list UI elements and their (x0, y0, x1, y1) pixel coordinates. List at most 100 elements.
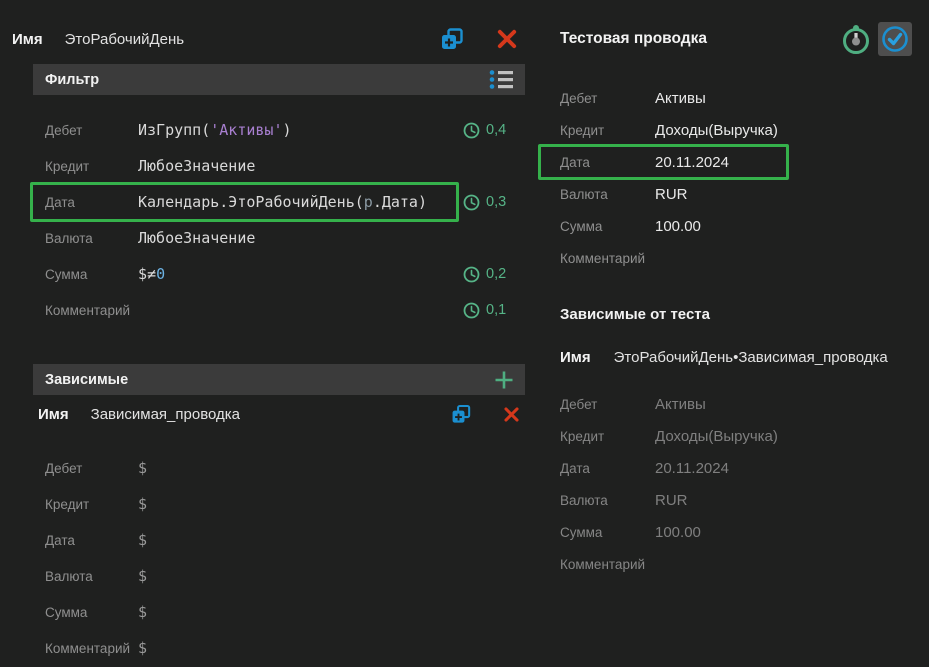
field-label: Дата (33, 195, 138, 210)
duration-badge: 0,4 (463, 122, 525, 139)
apply-check-button[interactable] (878, 22, 912, 56)
clock-icon (463, 194, 480, 211)
code-token: ЛюбоеЗначение (138, 157, 255, 175)
clock-icon (463, 302, 480, 319)
dependent-name-value[interactable]: Зависимая_проводка (91, 406, 240, 423)
field-label: Валюта (560, 493, 655, 508)
field-value[interactable]: RUR (655, 186, 912, 203)
field-label: Комментарий (560, 251, 655, 266)
code-token: Календарь.ЭтоРабочийДень( (138, 193, 364, 211)
field-row: Комментарий (560, 548, 912, 580)
duplicate-icon (439, 26, 466, 53)
field-row: Комментарий 0,1 (33, 292, 525, 328)
field-label: Сумма (560, 219, 655, 234)
duplicate-dependent-button[interactable] (450, 403, 473, 426)
field-label: Кредит (560, 429, 655, 444)
field-row: ВалютаЛюбоеЗначение (33, 220, 525, 256)
field-label: Комментарий (560, 557, 655, 572)
name-label: Имя (12, 31, 43, 48)
field-row: Сумма$≠0 0,2 (33, 256, 525, 292)
field-label: Комментарий (33, 303, 138, 318)
field-value[interactable]: 100.00 (655, 218, 912, 235)
field-value[interactable]: ЛюбоеЗначение (138, 229, 525, 247)
code-token: ИзГрупп( (138, 121, 210, 139)
filter-title: Фильтр (45, 72, 99, 88)
test-name-value[interactable]: ЭтоРабочийДень (65, 31, 184, 48)
test-transaction-rows: ДебетАктивы КредитДоходы(Выручка) Дата20.1… (560, 82, 912, 274)
code-token: ≠ (147, 265, 156, 283)
name-label: Имя (560, 349, 591, 366)
field-value[interactable]: Активы (655, 90, 912, 107)
field-label: Кредит (560, 123, 655, 138)
dependent-name-row: Имя Зависимая_проводка (38, 398, 520, 430)
field-value[interactable]: $ (138, 603, 525, 621)
test-transaction-header: Тестовая проводка (560, 20, 912, 58)
field-value[interactable]: ИзГрупп('Активы') (138, 121, 463, 139)
field-label: Кредит (33, 497, 138, 512)
field-row: Комментарий (560, 242, 912, 274)
code-token: p (364, 193, 373, 211)
add-dependent-button[interactable] (493, 369, 515, 391)
field-value[interactable]: $ (138, 639, 525, 657)
field-value[interactable]: ЛюбоеЗначение (138, 157, 525, 175)
field-row: ВалютаRUR (560, 484, 912, 516)
field-value[interactable]: Доходы(Выручка) (655, 428, 912, 445)
plus-icon (493, 369, 515, 391)
code-token: $ (138, 265, 147, 283)
field-value[interactable]: $ (138, 531, 525, 549)
duration-value: 0,4 (486, 122, 506, 138)
name-label: Имя (38, 406, 69, 423)
test-name-row: Имя ЭтоРабочийДень (12, 24, 518, 54)
duration-value: 0,2 (486, 266, 506, 282)
field-value[interactable]: $ (138, 459, 525, 477)
dependents-title: Зависимые (45, 372, 128, 388)
field-label: Дебет (33, 461, 138, 476)
field-row: ДатаКалендарь.ЭтоРабочийДень(p.Дата)0,3 (33, 184, 525, 220)
duplicate-icon (450, 403, 473, 426)
field-label: Валюта (560, 187, 655, 202)
field-row: Валюта$ (33, 558, 525, 594)
field-row: Дата$ (33, 522, 525, 558)
field-label: Дебет (33, 123, 138, 138)
field-value[interactable]: RUR (655, 492, 912, 509)
field-row: ДебетАктивы (560, 82, 912, 114)
field-row: КредитДоходы(Выручка) (560, 420, 912, 452)
code-token: ЛюбоеЗначение (138, 229, 255, 247)
dependents-of-test-title: Зависимые от теста (560, 306, 710, 323)
clock-icon (463, 266, 480, 283)
delete-button[interactable] (496, 28, 518, 50)
field-label: Валюта (33, 569, 138, 584)
dependent-result-rows: ДебетАктивыКредитДоходы(Выручка)Дата20.1… (560, 388, 912, 580)
field-row: КредитЛюбоеЗначение (33, 148, 525, 184)
field-label: Сумма (560, 525, 655, 540)
code-token: .Дата) (373, 193, 427, 211)
field-value[interactable]: $≠0 (138, 265, 463, 283)
duplicate-button[interactable] (439, 26, 466, 53)
field-label: Сумма (33, 267, 138, 282)
field-label: Кредит (33, 159, 138, 174)
duration-badge: 0,3 (463, 194, 525, 211)
duration-badge: 0,2 (463, 266, 525, 283)
duration-value: 0,1 (486, 302, 506, 318)
field-value[interactable]: Активы (655, 396, 912, 413)
field-value[interactable]: 100.00 (655, 524, 912, 541)
field-value[interactable]: $ (138, 495, 525, 513)
delete-dependent-button[interactable] (503, 406, 520, 423)
list-icon (488, 68, 515, 91)
field-row: Сумма100.00 (560, 516, 912, 548)
filter-rows: ДебетИзГрупп('Активы')0,4КредитЛюбоеЗнач… (33, 112, 525, 328)
field-value[interactable]: 20.11.2024 (655, 154, 912, 171)
dependents-section-header: Зависимые (33, 364, 525, 395)
field-value[interactable]: $ (138, 567, 525, 585)
field-label: Дата (560, 155, 655, 170)
field-value[interactable]: Календарь.ЭтоРабочийДень(p.Дата) (138, 193, 463, 211)
field-label: Дебет (560, 397, 655, 412)
stopwatch-button[interactable] (842, 23, 870, 55)
field-value[interactable]: Доходы(Выручка) (655, 122, 912, 139)
filter-menu-button[interactable] (488, 68, 515, 91)
field-value[interactable]: 20.11.2024 (655, 460, 912, 477)
dependent-rows: Дебет$Кредит$Дата$Валюта$Сумма$Комментар… (33, 450, 525, 666)
field-row: ВалютаRUR (560, 178, 912, 210)
duration-badge: 0,1 (463, 302, 525, 319)
field-row: Комментарий$ (33, 630, 525, 666)
